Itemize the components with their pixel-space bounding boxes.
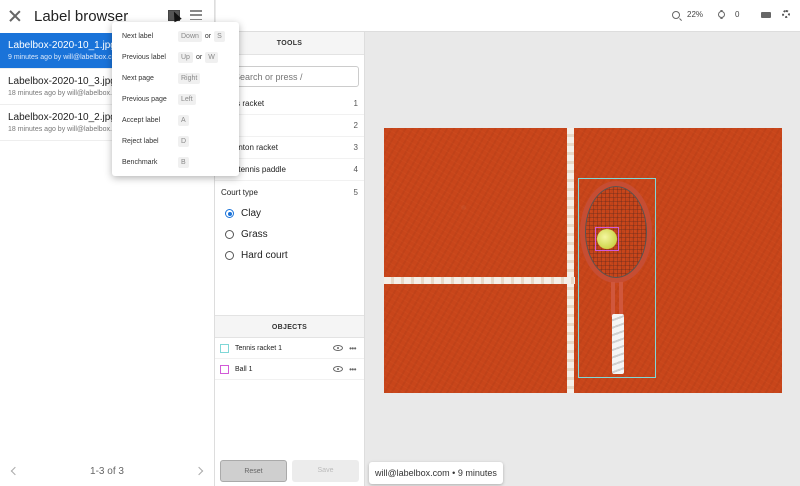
keyboard-button[interactable] — [761, 12, 771, 18]
tool-hotkey: 2 — [353, 121, 358, 130]
shortcut-key: Up — [178, 52, 193, 63]
eye-icon[interactable] — [333, 345, 344, 351]
tool-search-input[interactable] — [225, 66, 359, 87]
pagination: 1-3 of 3 — [0, 464, 214, 478]
action-buttons: Reset Save — [220, 460, 359, 482]
save-button[interactable]: Save — [292, 460, 359, 482]
tool-name: adminton racket — [221, 143, 278, 152]
keyboard-icon — [761, 12, 771, 18]
shortcut-key: Down — [178, 31, 202, 42]
zoom-value: 22% — [687, 10, 704, 19]
radio-button[interactable] — [225, 209, 234, 218]
court-type-options: Clay Grass Hard court — [215, 203, 364, 266]
brightness-icon — [718, 11, 725, 18]
tool-name: Court type — [221, 187, 258, 197]
shortcut-row: Previous label Up or W — [122, 47, 239, 68]
zoom-control[interactable]: 22% — [672, 10, 703, 19]
shortcut-action: Next label — [122, 33, 154, 40]
shortcut-action: Previous label — [122, 54, 166, 61]
zoom-icon — [672, 10, 680, 19]
radio-label: Hard court — [241, 250, 288, 261]
objects-section: OBJECTS Tennis racket 1 ••• Ball 1 ••• — [215, 315, 364, 380]
chevron-left-icon[interactable] — [10, 466, 20, 476]
keyboard-shortcuts-popover: Next label Down or S Previous label Up o… — [112, 22, 239, 176]
shortcut-key: S — [214, 31, 225, 42]
reset-button[interactable]: Reset — [220, 460, 287, 482]
object-item[interactable]: Ball 1 ••• — [215, 359, 364, 380]
shortcut-key: Right — [178, 73, 201, 84]
brightness-value: 0 — [735, 10, 740, 19]
tool-hotkey: 4 — [353, 165, 358, 174]
shortcut-or: or — [204, 33, 212, 40]
shortcut-action: Accept label — [122, 117, 161, 124]
radio-label: Grass — [241, 229, 268, 240]
tool-item[interactable]: Court type 5 — [215, 181, 364, 203]
tool-name: ennis racket — [221, 99, 265, 108]
shortcut-row: Previous page Left — [122, 89, 239, 110]
object-name: Tennis racket 1 — [235, 344, 283, 352]
object-color-swatch — [220, 364, 229, 374]
shortcut-action: Next page — [122, 75, 154, 82]
shortcut-action: Reject label — [122, 138, 159, 145]
radio-option[interactable]: Clay — [225, 203, 364, 224]
tool-hotkey: 3 — [353, 143, 358, 152]
shortcut-action: Previous page — [122, 96, 167, 103]
annotation-image[interactable] — [384, 128, 782, 393]
status-tooltip: will@labelbox.com • 9 minutes — [369, 462, 503, 484]
object-item[interactable]: Tennis racket 1 ••• — [215, 338, 364, 359]
shortcut-row: Benchmark B — [122, 152, 239, 173]
bounding-box-ball[interactable] — [595, 227, 619, 251]
shortcut-or: or — [195, 54, 203, 61]
shortcut-key: W — [205, 52, 218, 63]
more-icon[interactable]: ••• — [349, 344, 356, 353]
eye-icon[interactable] — [333, 366, 344, 372]
menu-icon[interactable] — [190, 10, 202, 20]
chevron-right-icon[interactable] — [194, 466, 204, 476]
tool-hotkey: 1 — [353, 99, 358, 108]
tool-hotkey: 5 — [353, 187, 358, 197]
radio-option[interactable]: Grass — [225, 224, 364, 245]
tool-name: all — [221, 121, 354, 130]
shortcut-row: Reject label D — [122, 131, 239, 152]
shortcut-key: D — [178, 136, 190, 147]
settings-icon — [782, 10, 790, 18]
shortcut-key: B — [178, 157, 189, 168]
brightness-control[interactable]: 0 — [718, 10, 739, 19]
radio-button[interactable] — [225, 251, 234, 260]
radio-option[interactable]: Hard court — [225, 245, 364, 266]
court-line-horizontal — [384, 277, 575, 284]
object-color-swatch — [220, 343, 229, 353]
bounding-box-racket[interactable] — [578, 178, 656, 378]
tool-name: able tennis paddle — [221, 165, 286, 174]
court-line-vertical — [567, 128, 574, 393]
close-icon[interactable] — [8, 9, 22, 23]
settings-button[interactable] — [782, 10, 790, 18]
shortcut-action: Benchmark — [122, 159, 158, 166]
radio-label: Clay — [241, 208, 262, 219]
more-icon[interactable]: ••• — [349, 365, 356, 374]
shortcut-row: Next page Right — [122, 68, 239, 89]
top-toolbar: 22% 0 — [216, 0, 800, 32]
shortcut-key: Left — [178, 94, 196, 105]
shortcut-row: Accept label A — [122, 110, 239, 131]
pagination-text: 1-3 of 3 — [90, 465, 124, 477]
object-name: Ball 1 — [235, 365, 253, 373]
radio-button[interactable] — [225, 230, 234, 239]
objects-heading: OBJECTS — [215, 315, 364, 338]
shortcut-key: A — [178, 115, 189, 126]
shortcut-row: Next label Down or S — [122, 26, 239, 47]
